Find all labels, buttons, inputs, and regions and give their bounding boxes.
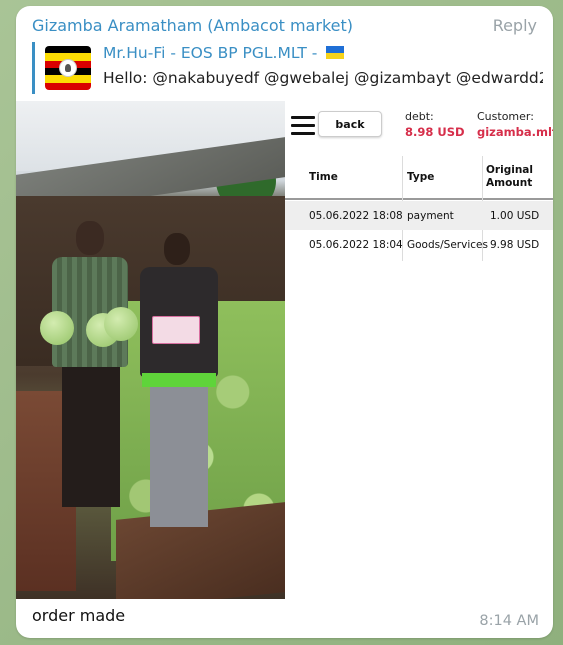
column-time: Time bbox=[309, 171, 338, 183]
column-original-amount: Original Amount bbox=[486, 164, 533, 189]
customer-value: gizamba.mlt bbox=[477, 125, 553, 139]
column-type: Type bbox=[407, 171, 435, 183]
back-button: back bbox=[318, 111, 382, 137]
sender-name[interactable]: Gizamba Aramatham (Ambacot market) bbox=[32, 16, 353, 35]
market-photo[interactable] bbox=[16, 101, 285, 599]
ukraine-flag-icon bbox=[326, 46, 345, 59]
row-time: 05.06.2022 18:08 bbox=[309, 209, 403, 222]
debt-value: 8.98 USD bbox=[405, 125, 465, 139]
transactions-screenshot: back debt: 8.98 USD Customer: gizamba.ml… bbox=[285, 101, 553, 599]
row-amount: 1.00 USD bbox=[490, 209, 540, 222]
quoted-text: Hello: @nakabuyedf @gwebalej @gizambayt … bbox=[103, 69, 543, 87]
panel-topbar: back debt: 8.98 USD Customer: gizamba.ml… bbox=[285, 101, 553, 149]
table-header: Time Type Original Amount bbox=[285, 156, 553, 200]
row-type: Goods/Services bbox=[407, 238, 488, 251]
message-caption: order made bbox=[32, 606, 126, 625]
quoted-title-text: Mr.Hu-Fi - EOS BP PGL.MLT - bbox=[103, 44, 318, 62]
message-time: 8:14 AM bbox=[479, 613, 539, 629]
row-amount: 9.98 USD bbox=[490, 238, 540, 251]
reply-button[interactable]: Reply bbox=[493, 16, 537, 35]
hamburger-menu-icon bbox=[291, 116, 315, 136]
table-row: 05.06.2022 18:08 payment 1.00 USD bbox=[285, 201, 553, 230]
customer-label: Customer: bbox=[477, 110, 534, 123]
quoted-message[interactable]: Mr.Hu-Fi - EOS BP PGL.MLT - Hello: @naka… bbox=[32, 42, 543, 94]
eos-sign bbox=[152, 316, 200, 344]
row-type: payment bbox=[407, 209, 454, 222]
table-row: 05.06.2022 18:04 Goods/Services 9.98 USD bbox=[285, 230, 553, 259]
debt-label: debt: bbox=[405, 110, 434, 123]
row-time: 05.06.2022 18:04 bbox=[309, 238, 403, 251]
uganda-flag-icon bbox=[45, 46, 91, 90]
message-bubble: Gizamba Aramatham (Ambacot market) Reply… bbox=[16, 6, 553, 638]
quoted-title: Mr.Hu-Fi - EOS BP PGL.MLT - bbox=[103, 44, 345, 62]
